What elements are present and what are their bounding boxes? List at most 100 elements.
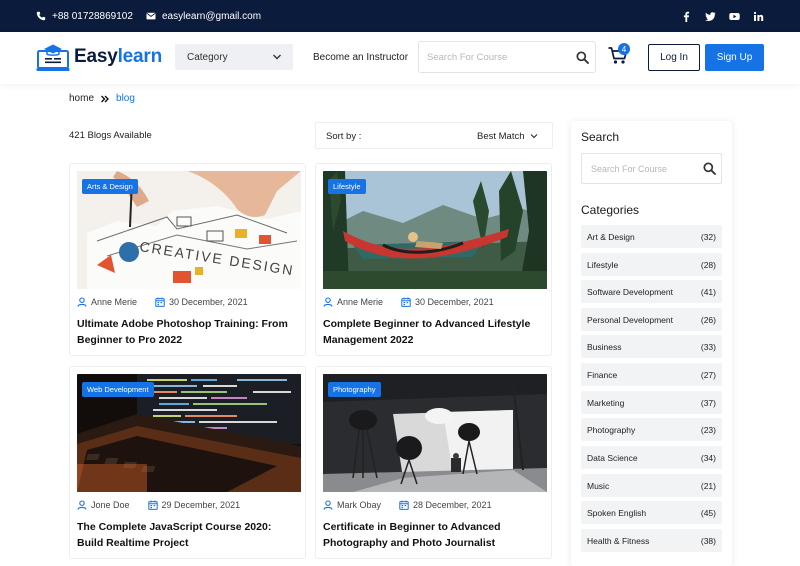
login-button[interactable]: Log In [648, 44, 700, 71]
author-name: Mark Obay [337, 500, 382, 510]
user-icon [77, 297, 87, 307]
social-links [681, 0, 764, 32]
category-item[interactable]: Lifestyle (28) [581, 253, 722, 276]
search-icon[interactable] [576, 51, 589, 64]
category-item[interactable]: Software Development (41) [581, 280, 722, 303]
category-count: (23) [700, 425, 716, 435]
blog-title[interactable]: Ultimate Adobe Photoshop Training: From … [77, 316, 299, 348]
category-tag[interactable]: Lifestyle [328, 179, 366, 194]
category-item[interactable]: Data Science (34) [581, 446, 722, 469]
category-dropdown[interactable]: Category [175, 44, 293, 70]
category-count: (33) [700, 342, 716, 352]
sort-value: Best Match [477, 131, 525, 142]
breadcrumb: home blog [69, 93, 135, 104]
calendar-icon [401, 297, 411, 307]
signup-button[interactable]: Sign Up [705, 44, 764, 71]
main-header: Easylearn Category Become an Instructor … [0, 32, 800, 84]
category-name: Finance [587, 370, 618, 380]
sidebar: Search Search For Course Categories Art … [571, 121, 732, 566]
blog-title[interactable]: Certificate in Beginner to Advanced Phot… [323, 519, 545, 551]
linkedin-icon[interactable] [753, 11, 764, 22]
youtube-icon[interactable] [729, 11, 740, 22]
category-name: Health & Fitness [587, 536, 650, 546]
category-item[interactable]: Personal Development (26) [581, 308, 722, 331]
sidebar-search-heading: Search [581, 130, 620, 144]
post-date: 30 December, 2021 [169, 297, 248, 307]
chevron-down-icon [530, 134, 538, 139]
post-date: 28 December, 2021 [413, 500, 492, 510]
phone-number: +88 01728869102 [52, 10, 133, 22]
user-icon [323, 500, 333, 510]
facebook-icon[interactable] [681, 11, 692, 22]
category-name: Personal Development [587, 315, 673, 325]
category-item[interactable]: Art & Design (32) [581, 225, 722, 248]
logo[interactable]: Easylearn [36, 40, 162, 74]
logo-text: Easylearn [74, 46, 162, 68]
category-count: (28) [700, 260, 716, 270]
category-tag[interactable]: Web Development [82, 382, 154, 397]
sort-dropdown[interactable]: Sort by : Best Match [315, 122, 553, 149]
category-item[interactable]: Marketing (37) [581, 391, 722, 414]
category-count: (45) [700, 508, 716, 518]
category-name: Business [587, 342, 622, 352]
blog-thumbnail[interactable]: Lifestyle [323, 171, 547, 289]
category-item[interactable]: Photography (23) [581, 418, 722, 441]
sidebar-search-placeholder: Search For Course [591, 163, 668, 174]
blog-card[interactable]: Photography Mark Obay 28 December, 2021 … [315, 366, 552, 559]
category-item[interactable]: Music (21) [581, 474, 722, 497]
blog-thumbnail[interactable]: Web Development [77, 374, 301, 492]
category-count: (21) [700, 481, 716, 491]
cart-count-badge: 4 [618, 43, 630, 55]
category-tag[interactable]: Arts & Design [82, 179, 138, 194]
category-item[interactable]: Spoken English (45) [581, 501, 722, 524]
blog-thumbnail[interactable]: Photography [323, 374, 547, 492]
category-item[interactable]: Finance (27) [581, 363, 722, 386]
category-count: (26) [700, 315, 716, 325]
user-icon [323, 297, 333, 307]
blog-title[interactable]: The Complete JavaScript Course 2020: Bui… [77, 519, 299, 551]
calendar-icon [399, 500, 409, 510]
category-name: Art & Design [587, 232, 635, 242]
category-name: Data Science [587, 453, 638, 463]
calendar-icon [155, 297, 165, 307]
category-count: (37) [700, 398, 716, 408]
category-count: (32) [700, 232, 716, 242]
search-icon[interactable] [703, 162, 716, 175]
twitter-icon[interactable] [705, 11, 716, 22]
user-icon [77, 500, 87, 510]
category-name: Lifestyle [587, 260, 619, 270]
become-instructor-link[interactable]: Become an Instructor [313, 44, 408, 70]
breadcrumb-home[interactable]: home [69, 93, 94, 104]
author-name: Jone Doe [91, 500, 130, 510]
sidebar-search-input[interactable]: Search For Course [581, 153, 722, 184]
email-contact[interactable]: easylearn@gmail.com [146, 0, 261, 32]
category-tag[interactable]: Photography [328, 382, 381, 397]
blog-card[interactable]: Lifestyle Anne Merie 30 December, 2021 C… [315, 163, 552, 356]
blog-count: 421 Blogs Available [69, 130, 152, 141]
mail-icon [146, 12, 156, 20]
double-chevron-right-icon [101, 95, 110, 102]
category-name: Marketing [587, 398, 625, 408]
breadcrumb-current: blog [116, 93, 135, 104]
header-search-input[interactable]: Search For Course [418, 41, 596, 73]
blog-thumbnail[interactable]: CREATIVE DESIGN Arts & Design [77, 171, 301, 289]
header-search-placeholder: Search For Course [427, 51, 508, 63]
category-item[interactable]: Health & Fitness (38) [581, 529, 722, 552]
calendar-icon [147, 500, 158, 510]
blog-meta: Jone Doe 29 December, 2021 [77, 500, 240, 510]
logo-icon [36, 44, 70, 71]
category-name: Music [587, 481, 610, 491]
categories-heading: Categories [581, 203, 640, 217]
author-name: Anne Merie [91, 297, 138, 307]
blog-meta: Mark Obay 28 December, 2021 [323, 500, 492, 510]
phone-icon [36, 11, 46, 21]
blog-card[interactable]: CREATIVE DESIGN Arts & Design Anne Merie… [69, 163, 306, 356]
phone-contact[interactable]: +88 01728869102 [36, 0, 133, 32]
category-count: (38) [700, 536, 716, 546]
blog-card[interactable]: Web Development Jone Doe 29 December, 20… [69, 366, 306, 559]
author-name: Anne Merie [337, 297, 384, 307]
category-label: Category [187, 51, 228, 63]
blog-title[interactable]: Complete Beginner to Advanced Lifestyle … [323, 316, 545, 348]
category-item[interactable]: Business (33) [581, 335, 722, 358]
top-bar: +88 01728869102 easylearn@gmail.com [0, 0, 800, 32]
